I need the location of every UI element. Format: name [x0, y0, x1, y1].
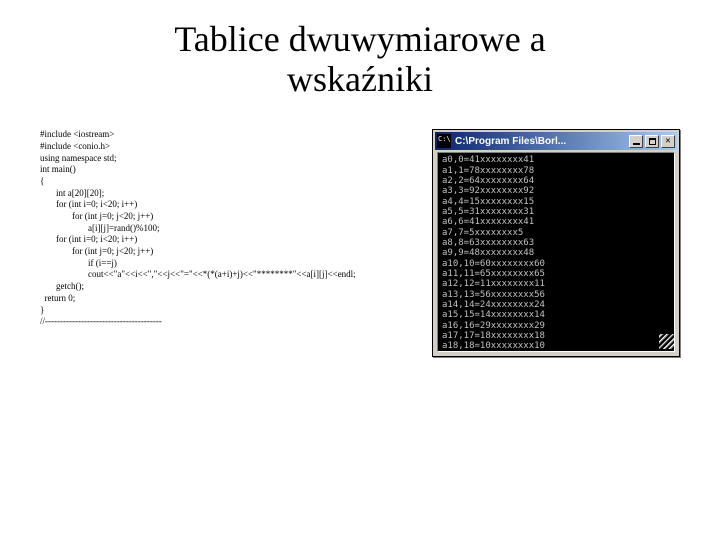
code-line: if (i==j) [40, 258, 412, 270]
minimize-button[interactable] [629, 135, 643, 148]
code-line: } [40, 305, 412, 317]
slide-title: Tablice dwuwymiarowe a wskaźniki [40, 20, 680, 99]
console-line: a9,9=48xxxxxxxx48 [442, 248, 670, 258]
titlebar[interactable]: C:\Program Files\Borl... ✕ [435, 132, 677, 150]
window-controls: ✕ [629, 135, 675, 148]
code-line: using namespace std; [40, 153, 412, 165]
console-line: a1,1=78хххххххх78 [442, 166, 670, 176]
code-block: #include <iostream>#include <conio.h>usi… [40, 129, 412, 328]
code-line: for (int j=0; j<20; j++) [40, 246, 412, 258]
content-row: #include <iostream>#include <conio.h>usi… [40, 129, 680, 357]
code-line: #include <conio.h> [40, 141, 412, 153]
close-icon: ✕ [665, 137, 670, 146]
console-line: a11,11=65xxxxxxxx65 [442, 269, 670, 279]
window-title: C:\Program Files\Borl... [455, 136, 625, 147]
code-line: a[i][j]=rand()%100; [40, 223, 412, 235]
code-line: { [40, 176, 412, 188]
console-line: a15,15=14xxxxxxxx14 [442, 310, 670, 320]
close-button[interactable]: ✕ [661, 135, 675, 148]
console-line: a4,4=15xxxxxxxx15 [442, 197, 670, 207]
code-line: int a[20][20]; [40, 188, 412, 200]
console-line: a16,16=29хххххххх29 [442, 321, 670, 331]
console-line: a8,8=63xxxxxxxx63 [442, 238, 670, 248]
console-body-wrap: a0,0=41xxxxxxxx41a1,1=78хххххххх78a2,2=6… [435, 152, 677, 352]
console-line: a0,0=41xxxxxxxx41 [442, 155, 670, 165]
console-output: a0,0=41xxxxxxxx41a1,1=78хххххххх78a2,2=6… [437, 152, 675, 352]
console-line: a3,3=92хххххххх92 [442, 186, 670, 196]
console-line: a5,5=31xxxxxxxx31 [442, 207, 670, 217]
console-line: a13,13=56хххххххх56 [442, 290, 670, 300]
console-line: a12,12=11xxxxxxxx11 [442, 279, 670, 289]
code-line: for (int j=0; j<20; j++) [40, 211, 412, 223]
console-line: a10,10=60xxxxxxxx60 [442, 259, 670, 269]
console-line: a14,14=24xxxxxxxx24 [442, 300, 670, 310]
code-line: return 0; [40, 293, 412, 305]
maximize-button[interactable] [645, 135, 659, 148]
code-line: int main() [40, 164, 412, 176]
code-line: getch(); [40, 281, 412, 293]
code-line: for (int i=0; i<20; i++) [40, 199, 412, 211]
code-line: cout<<"a"<<i<<","<<j<<"="<<*(*(a+i)+j)<<… [40, 269, 412, 281]
console-line: a17,17=18xxxxxxxx18 [442, 331, 670, 341]
console-line: a2,2=64xxxxxxxx64 [442, 176, 670, 186]
code-line: #include <iostream> [40, 129, 412, 141]
console-line: a7,7=5хххххххх5 [442, 228, 670, 238]
slide: Tablice dwuwymiarowe a wskaźniki #includ… [0, 0, 720, 540]
console-line: a18,18=10xxxxxxxx10 [442, 341, 670, 351]
resize-grip[interactable] [659, 334, 674, 349]
code-line: //--------------------------------------… [40, 316, 412, 328]
code-line: for (int i=0; i<20; i++) [40, 234, 412, 246]
console-line: a6,6=41xxxxxxxx41 [442, 217, 670, 227]
console-window: C:\Program Files\Borl... ✕ a0,0=41xxxxxx… [432, 129, 680, 357]
app-icon [437, 134, 451, 148]
